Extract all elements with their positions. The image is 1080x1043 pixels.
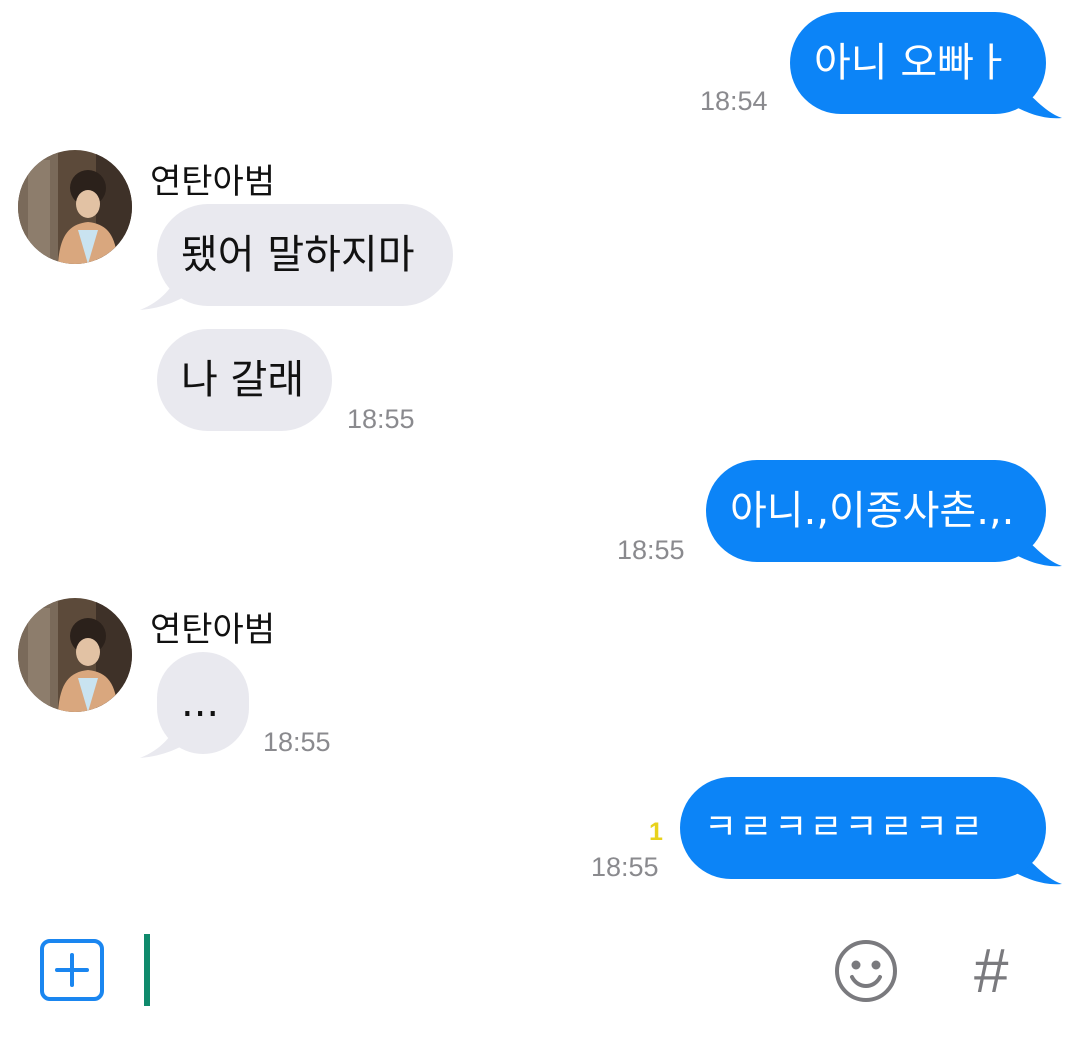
message-bubble-incoming[interactable]: 나 갈래: [157, 329, 332, 431]
sender-name: 연탄아범: [150, 610, 276, 650]
unread-count: 1: [649, 818, 663, 846]
hashtag-button[interactable]: #: [970, 936, 1030, 1006]
plus-square-icon: [40, 939, 104, 1001]
message-text: 나 갈래: [181, 357, 305, 403]
smiley-icon: [835, 940, 897, 1002]
message-text: ...: [181, 680, 220, 726]
add-attachment-button[interactable]: [40, 939, 104, 1001]
message-text: 아니 오빠ㅏ: [814, 40, 1011, 86]
message-timestamp: 18:55: [263, 727, 331, 757]
sender-name: 연탄아범: [150, 162, 276, 202]
message-bubble-incoming[interactable]: ...: [157, 652, 249, 754]
message-input[interactable]: [140, 930, 800, 1008]
text-caret: [144, 934, 150, 1006]
message-timestamp: 18:55: [617, 535, 685, 565]
message-bubble-incoming[interactable]: 됐어 말하지마: [157, 204, 453, 306]
message-timestamp: 18:55: [347, 404, 415, 434]
emoji-button[interactable]: [834, 939, 898, 1003]
message-bubble-outgoing[interactable]: 아니 오빠ㅏ: [790, 12, 1046, 114]
message-text: 아니.,이종사촌.,.: [730, 488, 1015, 534]
avatar[interactable]: [18, 598, 132, 712]
hash-icon: #: [974, 937, 1009, 1006]
message-timestamp: 18:54: [700, 86, 768, 116]
message-bubble-outgoing[interactable]: 아니.,이종사촌.,.: [706, 460, 1046, 562]
message-text: 됐어 말하지마: [181, 232, 415, 278]
avatar[interactable]: [18, 150, 132, 264]
message-timestamp: 18:55: [591, 852, 659, 882]
message-text: ㅋㄹㅋㄹㅋㄹㅋㄹ: [704, 807, 985, 848]
message-bubble-outgoing[interactable]: ㅋㄹㅋㄹㅋㄹㅋㄹ: [680, 777, 1046, 879]
